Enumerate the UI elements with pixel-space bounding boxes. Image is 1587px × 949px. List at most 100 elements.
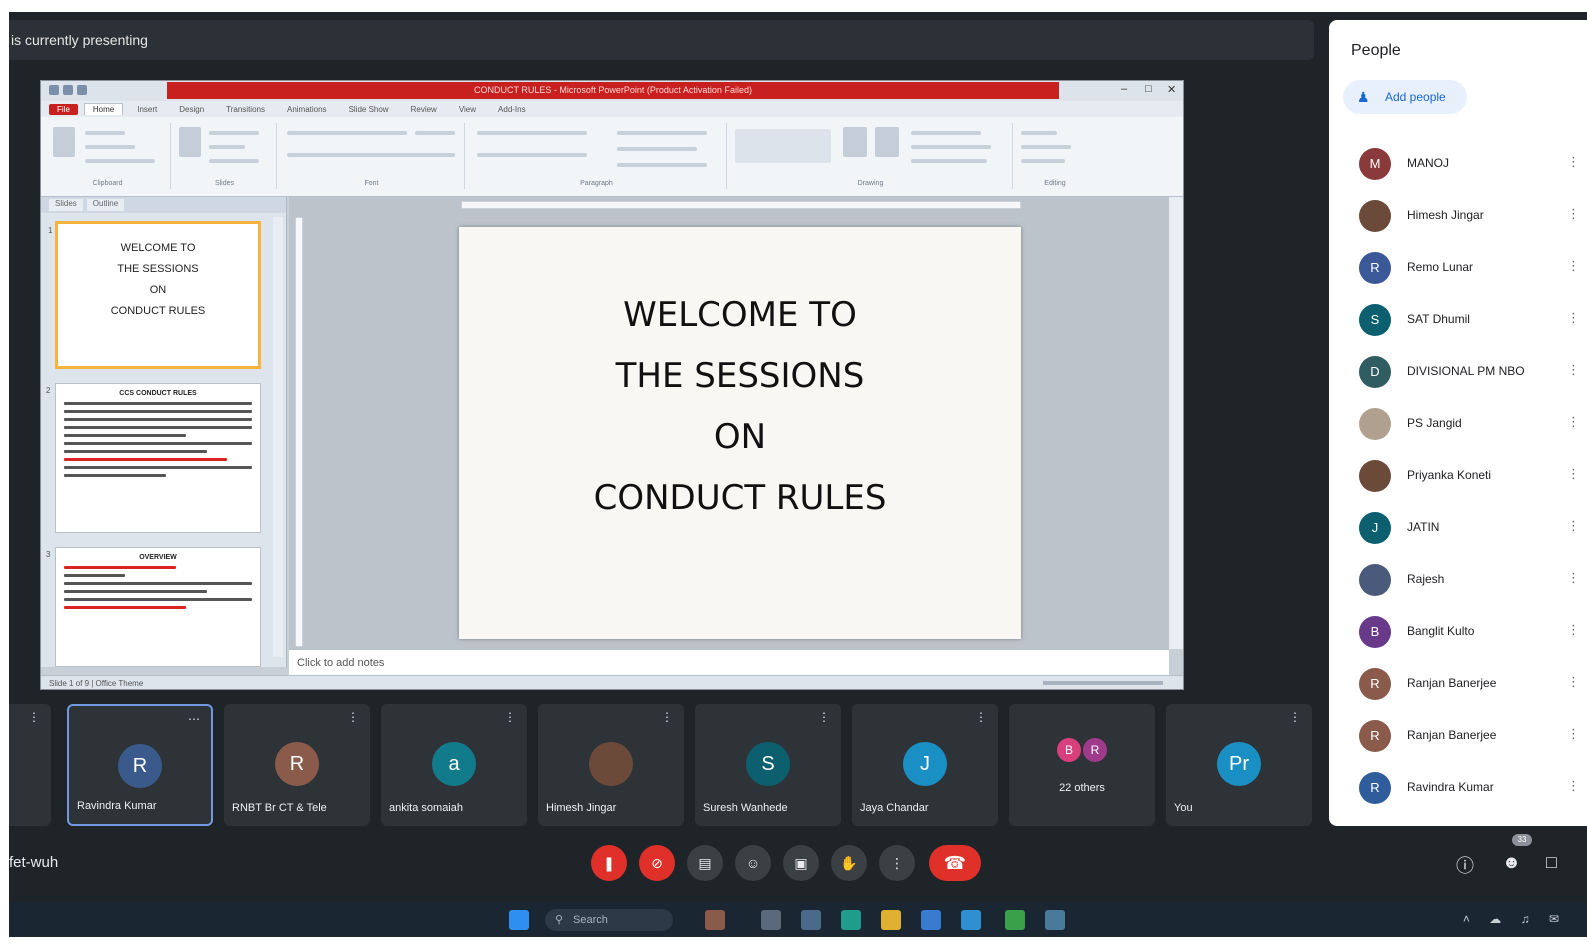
participant-list-item[interactable]: Priyanka Koneti ⋮ — [1329, 456, 1587, 496]
participant-tile[interactable]: ⋮ S Suresh Wanhede — [695, 704, 841, 826]
more-options-icon[interactable]: ⋮ — [1567, 362, 1580, 378]
slide-number: 2 — [46, 386, 51, 395]
participant-list-item[interactable]: R Ranjan Banerjee ⋮ — [1329, 716, 1587, 756]
save-icon — [49, 85, 59, 95]
windows-start-icon[interactable] — [509, 910, 529, 930]
mic-off-button[interactable]: ❚ — [591, 845, 627, 881]
participant-list-item[interactable]: R Ranjan Banerjee ⋮ — [1329, 664, 1587, 704]
thumb-line: WELCOME TO — [120, 242, 196, 254]
more-options-icon[interactable]: ⋮ — [1567, 414, 1580, 430]
people-count-badge: 33 — [1512, 834, 1532, 846]
maximize-icon: □ — [1145, 83, 1152, 95]
ribbon-label: Clipboard — [92, 180, 123, 187]
people-icon[interactable]: ☻ — [1502, 852, 1521, 873]
participant-name: Himesh Jingar — [1407, 208, 1484, 222]
hang-up-icon: ☎ — [943, 853, 967, 873]
self-tile[interactable]: ⋮ Pr You — [1166, 704, 1312, 826]
taskbar-search[interactable]: ⚲ Search — [545, 909, 673, 931]
more-options-icon[interactable]: ⋮ — [661, 710, 674, 724]
mail-icon[interactable] — [961, 910, 981, 930]
add-person-icon: ♟ — [1357, 89, 1370, 105]
more-options-icon[interactable]: ⋮ — [1567, 570, 1580, 586]
leave-call-button[interactable]: ☎ — [929, 845, 981, 881]
camera-off-button[interactable]: ⊘ — [639, 845, 675, 881]
participant-tile[interactable]: ⋮ a ankita somaiah — [381, 704, 527, 826]
participant-list-item[interactable]: J JATIN ⋮ — [1329, 508, 1587, 548]
more-options-icon[interactable]: ⋮ — [818, 710, 831, 724]
more-options-icon[interactable]: ⋮ — [1567, 154, 1580, 170]
more-options-icon[interactable]: ⋮ — [1567, 726, 1580, 742]
chrome-icon[interactable] — [1005, 910, 1025, 930]
slide-line: CONDUCT RULES — [593, 478, 887, 518]
more-options-icon[interactable]: ⋮ — [1567, 778, 1580, 794]
widget-icon[interactable] — [705, 910, 725, 930]
slide-line: ON — [713, 417, 767, 457]
participant-list-item[interactable]: R Remo Lunar ⋮ — [1329, 248, 1587, 288]
thumb-text-line — [64, 606, 187, 609]
avatar: R — [1359, 772, 1391, 804]
participant-tile[interactable]: ⋮ R RNBT Br CT & Tele — [224, 704, 370, 826]
more-options-icon[interactable]: ⋮ — [1567, 622, 1580, 638]
more-options-icon[interactable]: ⋮ — [1567, 466, 1580, 482]
participant-name: SAT Dhumil — [1407, 312, 1470, 326]
present-button[interactable]: ▣ — [783, 845, 819, 881]
participant-name: PS Jangid — [1407, 416, 1462, 430]
add-people-button[interactable]: ♟ Add people — [1343, 80, 1467, 114]
emoji-button[interactable]: ☺ — [735, 845, 771, 881]
thumbnail-text: WELCOME TO THE SESSIONS ON CONDUCT RULES — [58, 224, 258, 322]
captions-button[interactable]: ▤ — [687, 845, 723, 881]
raise-hand-button[interactable]: ✋ — [831, 845, 867, 881]
new-slide-icon — [179, 127, 201, 157]
participant-list-item[interactable]: S SAT Dhumil ⋮ — [1329, 300, 1587, 340]
others-tile[interactable]: B R 22 others — [1009, 704, 1155, 826]
participant-list-item[interactable]: M MANOJ ⋮ — [1329, 144, 1587, 184]
shape-fill-item — [911, 131, 981, 135]
participant-list-item[interactable]: PS Jangid ⋮ — [1329, 404, 1587, 444]
task-view-icon[interactable] — [761, 910, 781, 930]
shape-outline-item — [911, 145, 991, 149]
replace-item — [1021, 145, 1071, 149]
more-options-icon[interactable]: ⋮ — [1567, 518, 1580, 534]
more-options-icon[interactable]: ⋮ — [1567, 310, 1580, 326]
text-direction-item — [617, 131, 707, 135]
chat-icon[interactable]: □ — [1546, 852, 1557, 873]
more-options-icon[interactable]: ⋮ — [975, 710, 988, 724]
participant-name: JATIN — [1407, 520, 1440, 534]
slides-pane-scrollbar — [273, 217, 283, 657]
participant-list-item[interactable]: D DIVISIONAL PM NBO ⋮ — [1329, 352, 1587, 392]
more-options-icon[interactable]: ⋮ — [28, 710, 41, 724]
participant-tile[interactable]: ⋯ R Ravindra Kumar — [67, 704, 213, 826]
participant-tile[interactable]: ⋮ Himesh Jingar — [538, 704, 684, 826]
more-options-icon[interactable]: ⋮ — [1567, 206, 1580, 222]
ribbon-label: Paragraph — [580, 180, 613, 187]
ppt-ribbon: Clipboard Slides Font Paragraph Drawing … — [41, 117, 1183, 197]
more-options-icon[interactable]: ⋮ — [347, 710, 360, 724]
meeting-info-icon[interactable]: ⓘ — [1456, 852, 1474, 878]
more-options-icon[interactable]: ⋮ — [1567, 258, 1580, 274]
more-options-icon[interactable]: ⋮ — [1289, 710, 1302, 724]
participant-name: ankita somaiah — [389, 802, 463, 814]
chat-app-icon[interactable] — [801, 910, 821, 930]
participant-list-item[interactable]: R Ravindra Kumar ⋮ — [1329, 768, 1587, 808]
participant-list-item[interactable]: B Banglit Kulto ⋮ — [1329, 612, 1587, 652]
participant-tile[interactable]: ⋮ — [9, 704, 51, 826]
participant-tile[interactable]: ⋮ J Jaya Chandar — [852, 704, 998, 826]
more-options-icon[interactable]: ⋯ — [188, 712, 201, 726]
thumb-text-line — [64, 474, 166, 477]
participant-list-item[interactable]: Rajesh ⋮ — [1329, 560, 1587, 600]
participant-list-item[interactable]: Himesh Jingar ⋮ — [1329, 196, 1587, 236]
system-tray[interactable]: ˄ ☁ ♫ ✉ — [1463, 912, 1567, 926]
edge-icon[interactable] — [841, 910, 861, 930]
app-icon[interactable] — [1045, 910, 1065, 930]
tab-animations: Animations — [286, 104, 327, 114]
more-options-icon[interactable]: ⋮ — [504, 710, 517, 724]
store-icon[interactable] — [921, 910, 941, 930]
shape-effects-item — [911, 159, 987, 163]
file-explorer-icon[interactable] — [881, 910, 901, 930]
avatar: S — [1359, 304, 1391, 336]
select-item — [1021, 159, 1065, 163]
layout-item — [209, 131, 259, 135]
more-options-icon[interactable]: ⋮ — [1567, 674, 1580, 690]
more-options-button[interactable]: ⋮ — [879, 845, 915, 881]
thumb-text-line — [64, 410, 252, 413]
